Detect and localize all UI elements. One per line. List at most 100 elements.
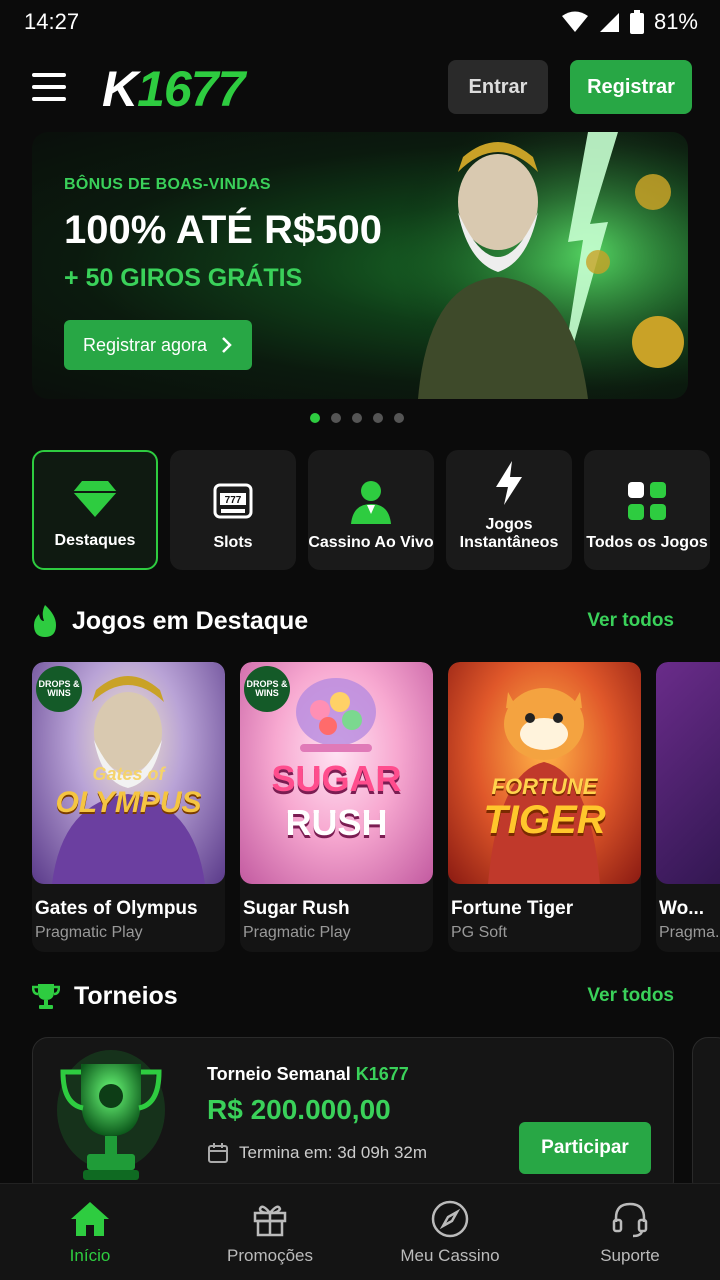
wifi-icon <box>561 11 588 32</box>
tournaments-see-all-link[interactable]: Ver todos <box>587 985 674 1007</box>
game-art-line2: TIGER <box>483 798 606 842</box>
carousel-dots <box>310 413 404 423</box>
bottom-navigation: Início Promoções Meu Cassino Suporte <box>0 1183 720 1280</box>
tournament-prize: R$ 200.000,00 <box>207 1094 391 1125</box>
nav-label: Promoções <box>227 1246 313 1265</box>
nav-label: Meu Cassino <box>400 1246 500 1265</box>
game-art-line1: FORTUNE <box>491 774 598 799</box>
category-label: Slots <box>213 534 253 551</box>
logo[interactable]: K1677 <box>102 60 245 118</box>
svg-text:777: 777 <box>225 495 242 506</box>
nav-support[interactable]: Suporte <box>540 1184 720 1280</box>
drops-wins-badge: DROPS & WINS <box>36 666 82 712</box>
lightning-icon <box>496 461 522 505</box>
tournament-name-prefix: Torneio Semanal <box>207 1064 356 1084</box>
nav-label: Início <box>69 1246 111 1265</box>
promo-banner[interactable]: BÔNUS DE BOAS-VINDAS 100% ATÉ R$500 + 50… <box>32 132 688 399</box>
nav-home[interactable]: Início <box>0 1184 180 1280</box>
carousel-dot[interactable] <box>310 413 320 423</box>
game-thumbnail <box>656 662 720 884</box>
diamond-icon <box>73 481 117 517</box>
login-button[interactable]: Entrar <box>448 60 548 114</box>
featured-header: Jogos em Destaque Ver todos <box>32 601 688 641</box>
nav-label: Suporte <box>600 1246 660 1265</box>
calendar-icon <box>208 1143 228 1163</box>
game-provider: PG Soft <box>451 924 508 941</box>
featured-games-list: Gates of OLYMPUS DROPS & WINS Gates of O… <box>32 662 720 952</box>
game-provider: Pragma... <box>659 924 720 941</box>
headset-icon <box>612 1202 648 1238</box>
tournaments-header: Torneios Ver todos <box>32 976 688 1016</box>
game-name: Gates of Olympus <box>35 898 198 919</box>
grid-icon <box>628 482 666 520</box>
zeus-illustration <box>358 132 688 399</box>
dealer-icon <box>351 481 391 524</box>
category-all-games[interactable]: Todos os Jogos <box>584 450 710 570</box>
banner-extra: + 50 GIROS GRÁTIS <box>64 264 303 292</box>
category-label: Jogos Instantâneos <box>459 516 559 551</box>
status-bar: 14:27 81% <box>0 0 720 44</box>
carousel-dot[interactable] <box>394 413 404 423</box>
battery-level: 81% <box>653 9 698 34</box>
game-provider: Pragmatic Play <box>35 924 143 941</box>
tournament-ends-label: Termina em: 3d 09h 32m <box>239 1143 428 1162</box>
category-label: Destaques <box>54 532 136 549</box>
fire-icon <box>34 605 56 637</box>
home-icon <box>71 1202 109 1236</box>
nav-promotions[interactable]: Promoções <box>180 1184 360 1280</box>
tournament-name-brand: K1677 <box>355 1064 409 1084</box>
join-tournament-button[interactable]: Participar <box>519 1122 651 1174</box>
signal-icon <box>599 13 619 32</box>
register-now-label: Registrar agora <box>82 334 208 355</box>
category-destaques[interactable]: Destaques <box>32 450 158 570</box>
game-provider: Pragmatic Play <box>243 924 351 941</box>
trophy-illustration <box>57 1050 165 1180</box>
game-thumbnail: SUGAR RUSH DROPS & WINS <box>240 662 433 884</box>
game-card[interactable]: SUGAR RUSH DROPS & WINS Sugar Rush Pragm… <box>240 662 433 952</box>
game-art-line2: RUSH <box>285 802 388 843</box>
carousel-dot[interactable] <box>352 413 362 423</box>
banner-subtitle: BÔNUS DE BOAS-VINDAS <box>64 176 271 193</box>
status-time: 14:27 <box>24 9 80 34</box>
nav-my-casino[interactable]: Meu Cassino <box>360 1184 540 1280</box>
category-instant-games[interactable]: Jogos Instantâneos <box>446 450 572 570</box>
slot-machine-icon: 777 <box>213 483 253 519</box>
category-tabs: Destaques 777 Slots Cassino Ao Vivo Jogo… <box>32 450 720 570</box>
compass-icon <box>431 1200 469 1238</box>
carousel-dot[interactable] <box>373 413 383 423</box>
category-slots[interactable]: 777 Slots <box>170 450 296 570</box>
header: K1677 Entrar Registrar <box>0 56 720 120</box>
gift-icon <box>253 1205 287 1237</box>
category-live-casino[interactable]: Cassino Ao Vivo <box>308 450 434 570</box>
battery-icon <box>629 10 644 34</box>
game-name: Fortune Tiger <box>451 898 574 919</box>
tournaments-title: Torneios <box>74 981 178 1010</box>
game-name: Sugar Rush <box>243 898 350 919</box>
game-art-line2: OLYMPUS <box>55 786 202 819</box>
tournament-card[interactable]: Torneio Semanal K1677 R$ 200.000,00 Term… <box>32 1037 674 1197</box>
drops-wins-badge: DROPS & WINS <box>244 666 290 712</box>
game-card[interactable]: FORTUNE TIGER Fortune Tiger PG Soft <box>448 662 641 952</box>
tournament-card-next[interactable] <box>692 1037 720 1197</box>
game-card[interactable]: Wo... Pragma... <box>656 662 720 952</box>
category-label: Cassino Ao Vivo <box>308 534 434 551</box>
game-thumbnail: FORTUNE TIGER <box>448 662 641 884</box>
game-thumbnail: Gates of OLYMPUS DROPS & WINS <box>32 662 225 884</box>
banner-title: 100% ATÉ R$500 <box>64 208 382 252</box>
logo-number: 1677 <box>137 61 245 117</box>
game-card[interactable]: Gates of OLYMPUS DROPS & WINS Gates of O… <box>32 662 225 952</box>
logo-k: K <box>102 61 138 117</box>
register-button[interactable]: Registrar <box>570 60 692 114</box>
carousel-dot[interactable] <box>331 413 341 423</box>
menu-icon[interactable] <box>32 73 66 101</box>
featured-title: Jogos em Destaque <box>72 606 309 635</box>
game-art-line1: Gates of <box>92 764 165 784</box>
register-now-button[interactable]: Registrar agora <box>64 320 252 370</box>
tournament-name: Torneio Semanal K1677 <box>207 1064 409 1085</box>
tournament-countdown: Termina em: 3d 09h 32m <box>207 1142 427 1164</box>
trophy-icon <box>32 984 60 1009</box>
chevron-right-icon <box>222 337 232 353</box>
game-art-line1: SUGAR <box>271 758 402 799</box>
featured-see-all-link[interactable]: Ver todos <box>587 610 674 632</box>
category-label: Todos os Jogos <box>586 534 708 551</box>
